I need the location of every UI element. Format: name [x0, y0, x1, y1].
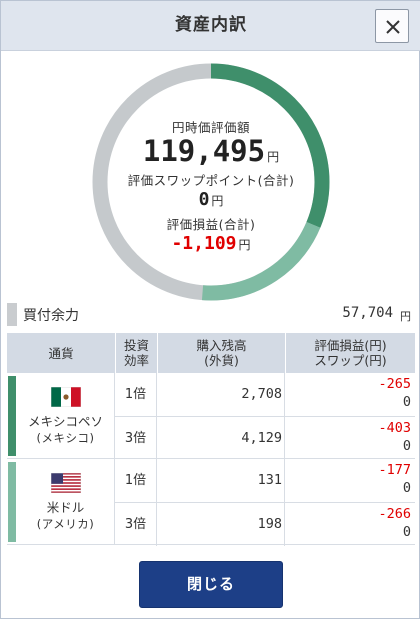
position-cell: 4,129: [157, 417, 285, 460]
table-row[interactable]: 1倍 131 -177 0: [115, 459, 415, 502]
group-color-bar: [8, 376, 16, 456]
swap-cell: 0: [402, 394, 411, 410]
close-icon: [386, 20, 400, 34]
table-row[interactable]: 1倍 2,708 -265 0: [115, 373, 415, 416]
currency-country: (メキシコ): [36, 430, 95, 445]
pl-cell: -403: [378, 420, 411, 436]
close-button[interactable]: 閉じる: [139, 561, 283, 608]
pl-cell: -266: [378, 506, 411, 522]
swap-cell: 0: [402, 438, 411, 454]
currency-cell: 米ドル (アメリカ): [17, 459, 115, 545]
dialog-title: 資産内訳: [175, 15, 247, 35]
swap-label: 評価スワップポイント(合計): [127, 173, 295, 188]
currency-name: メキシコペソ: [27, 413, 103, 429]
buying-power-value: 57,704: [342, 305, 393, 321]
usa-flag-icon: [50, 472, 81, 493]
swap-cell: 0: [402, 524, 411, 540]
swap-unit: 円: [211, 194, 224, 208]
close-x-button[interactable]: [375, 9, 409, 43]
header-position-line2: (外貨): [204, 353, 239, 368]
group-color-bar: [8, 462, 16, 542]
buying-power-unit: 円: [400, 310, 411, 323]
header-pl-line1: 評価損益(円): [314, 338, 387, 353]
currency-name: 米ドル: [46, 499, 85, 515]
currency-group-mxn: メキシコペソ (メキシコ) 1倍 2,708 -265 0 3倍 4,129 -…: [7, 373, 415, 460]
header-currency-label: 通貨: [48, 345, 74, 361]
valuation-line: 119,495 円: [101, 134, 321, 168]
swap-cell: 0: [402, 480, 411, 496]
dialog: 資産内訳 円時価評価額 119,495 円 評価スワップポイント(合計) 0円 評…: [0, 0, 420, 619]
table-row[interactable]: 3倍 4,129 -403 0: [115, 416, 415, 460]
buying-power-row: 買付余力 57,704 円: [7, 302, 415, 328]
pl-label: 評価損益(合計): [166, 217, 256, 232]
leverage-cell: 3倍: [115, 417, 157, 460]
pl-value: -1,109: [171, 233, 237, 254]
currency-group-usd: 米ドル (アメリカ) 1倍 131 -177 0 3倍 198 -266 0: [7, 459, 415, 546]
valuation-unit: 円: [267, 150, 280, 164]
buying-power-label: 買付余力: [23, 308, 79, 324]
dialog-header: 資産内訳: [1, 1, 420, 51]
table-row[interactable]: 3倍 198 -266 0: [115, 502, 415, 546]
leverage-cell: 3倍: [115, 503, 157, 546]
leverage-cell: 1倍: [115, 459, 157, 502]
valuation-value: 119,495: [142, 134, 266, 168]
header-leverage-line2: 効率: [123, 353, 149, 368]
position-cell: 131: [157, 459, 285, 502]
table-header: 通貨 投資 効率 購入残高 (外貨) 評価損益(円) スワップ(円): [7, 333, 415, 373]
header-leverage-line1: 投資: [123, 338, 149, 353]
pl-cell: -177: [378, 462, 411, 478]
mexico-flag-icon: [50, 386, 81, 407]
header-currency: 通貨: [7, 333, 115, 373]
pl-unit: 円: [238, 238, 251, 252]
position-cell: 2,708: [157, 373, 285, 416]
header-swap-line2: スワップ(円): [314, 353, 387, 368]
swap-line: 0円: [101, 189, 321, 210]
currency-cell: メキシコペソ (メキシコ): [17, 373, 115, 459]
position-cell: 198: [157, 503, 285, 546]
header-position-line1: 購入残高: [196, 338, 247, 353]
header-leverage: 投資 効率: [115, 333, 157, 373]
pl-cell: -265: [378, 376, 411, 392]
buying-power-marker: [7, 303, 17, 326]
holdings-table: 通貨 投資 効率 購入残高 (外貨) 評価損益(円) スワップ(円) メキシコペ…: [7, 333, 415, 546]
currency-country: (アメリカ): [36, 516, 95, 531]
leverage-cell: 1倍: [115, 373, 157, 416]
summary-center: 円時価評価額 119,495 円 評価スワップポイント(合計) 0円 評価損益(合…: [101, 111, 321, 254]
pl-line: -1,109 円: [101, 233, 321, 254]
header-position: 購入残高 (外貨): [157, 333, 285, 373]
swap-value: 0: [198, 189, 210, 210]
header-pl-swap: 評価損益(円) スワップ(円): [285, 333, 415, 373]
